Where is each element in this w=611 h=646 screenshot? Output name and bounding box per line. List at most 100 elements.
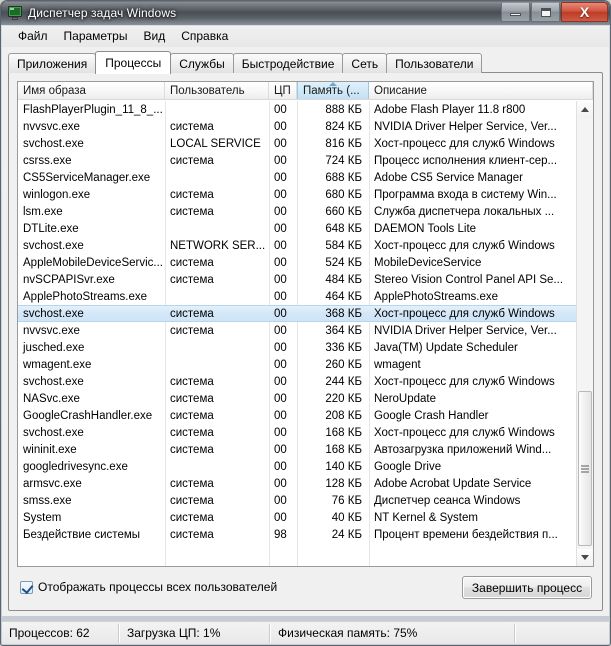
table-cell: Служба диспетчера локальных ... (374, 205, 555, 218)
table-cell: svchost.exe (23, 307, 84, 320)
tab-network[interactable]: Сеть (342, 53, 388, 73)
table-cell: AppleMobileDeviceServic... (23, 256, 163, 269)
table-cell: 524 КБ (325, 256, 362, 269)
table-row[interactable]: nvvsvc.exe система 00 824 КБ NVIDIA Driver H… (18, 118, 576, 135)
table-row[interactable]: svchost.exe LOCAL SERVICE 00 816 КБ Хост-про… (18, 135, 576, 152)
table-cell: NVIDIA Driver Helper Service, Ver... (374, 120, 557, 133)
table-row[interactable]: FlashPlayerPlugin_11_8_... 00 888 КБ Adobe … (18, 101, 576, 118)
table-cell: 168 КБ (325, 443, 362, 456)
table-cell: система (170, 477, 214, 490)
tab-performance[interactable]: Быстродействие (232, 53, 344, 73)
table-row[interactable]: NASvc.exe система 00 220 КБ NeroUpdate (18, 390, 576, 407)
table-cell: Автозагрузка приложений Wind... (374, 443, 552, 456)
column-header-image-name[interactable]: Имя образа (18, 82, 165, 99)
minimize-button[interactable] (501, 2, 530, 22)
table-cell: 888 КБ (325, 103, 362, 116)
menu-item-options[interactable]: Параметры (56, 27, 136, 46)
close-button[interactable]: X (561, 2, 608, 22)
table-row[interactable]: googledrivesync.exe 00 140 КБ Google Drive (18, 458, 576, 475)
table-cell: 00 (274, 443, 287, 456)
maximize-button[interactable] (531, 2, 560, 22)
table-row[interactable]: svchost.exe система 00 168 КБ Хост-процесс д… (18, 424, 576, 441)
end-process-button[interactable]: Завершить процесс (462, 576, 592, 599)
table-row[interactable]: jusched.exe 00 336 КБ Java(TM) Update Sched… (18, 339, 576, 356)
table-cell: 00 (274, 426, 287, 439)
table-row[interactable]: Бездействие системы система 98 24 КБ Процент… (18, 526, 576, 543)
table-cell: Adobe Acrobat Update Service (374, 477, 532, 490)
menu-item-help[interactable]: Справка (173, 27, 236, 46)
table-row[interactable]: svchost.exe NETWORK SER... 00 584 КБ Хост-пр… (18, 237, 576, 254)
tab-processes[interactable]: Процессы (95, 51, 172, 74)
table-cell: Бездействие системы (23, 528, 141, 541)
table-row[interactable]: wmagent.exe 00 260 КБ wmagent (18, 356, 576, 373)
table-cell: 00 (274, 171, 287, 184)
table-cell: MobileDeviceService (374, 256, 482, 269)
column-header-memory-label: Память (... (303, 84, 360, 97)
table-row[interactable]: ApplePhotoStreams.exe 00 464 КБ ApplePhotoS… (18, 288, 576, 305)
show-all-users-row[interactable]: Отображать процессы всех пользователей (20, 580, 277, 594)
table-cell: 648 КБ (325, 222, 362, 235)
table-cell: Процесс исполнения клиент-сер... (374, 154, 558, 167)
table-row[interactable]: wininit.exe система 00 168 КБ Автозагрузка п… (18, 441, 576, 458)
table-row[interactable]: lsm.exe система 00 660 КБ Служба диспетчера … (18, 203, 576, 220)
table-cell: 688 КБ (325, 171, 362, 184)
window-title: Диспетчер задач Windows (28, 6, 177, 20)
column-header-user[interactable]: Пользователь (165, 82, 269, 99)
maximize-icon (540, 7, 551, 17)
minimize-icon (510, 13, 521, 16)
table-cell: система (170, 273, 214, 286)
table-row[interactable]: nvvsvc.exe система 00 364 КБ NVIDIA Driver H… (18, 322, 576, 339)
table-cell: 00 (274, 290, 287, 303)
scroll-down-button[interactable] (577, 549, 593, 566)
table-cell: GoogleCrashHandler.exe (23, 409, 153, 422)
table-cell: 724 КБ (325, 154, 362, 167)
table-cell: svchost.exe (23, 426, 84, 439)
tabstrip: Приложения Процессы Службы Быстродействи… (8, 51, 483, 74)
table-cell: 00 (274, 222, 287, 235)
table-row[interactable]: armsvc.exe система 00 128 КБ Adobe Acrobat U… (18, 475, 576, 492)
scroll-up-button[interactable] (577, 101, 593, 118)
column-header-cpu[interactable]: ЦП (269, 82, 297, 99)
table-row[interactable]: AppleMobileDeviceServic... система 00 524 К… (18, 254, 576, 271)
table-cell: 00 (274, 477, 287, 490)
tab-services[interactable]: Службы (170, 53, 234, 73)
process-listview[interactable]: Имя образа Пользователь ЦП Память (... О… (17, 81, 594, 567)
close-icon: X (579, 4, 590, 20)
table-cell: wininit.exe (23, 443, 77, 456)
table-row[interactable]: smss.exe система 00 76 КБ Диспетчер сеанса W… (18, 492, 576, 509)
table-cell: система (170, 205, 214, 218)
table-row[interactable]: winlogon.exe система 00 680 КБ Программа вхо… (18, 186, 576, 203)
table-cell: 00 (274, 494, 287, 507)
menu-item-view[interactable]: Вид (135, 27, 173, 46)
table-cell: LOCAL SERVICE (170, 137, 261, 150)
column-header-description[interactable]: Описание (369, 82, 593, 99)
table-row[interactable]: csrss.exe система 00 724 КБ Процесс исполнен… (18, 152, 576, 169)
vertical-scrollbar[interactable] (576, 101, 593, 566)
table-cell: svchost.exe (23, 239, 84, 252)
table-cell: 00 (274, 205, 287, 218)
table-cell: 220 КБ (325, 392, 362, 405)
table-row[interactable]: CS5ServiceManager.exe 00 688 КБ Adobe CS5 S… (18, 169, 576, 186)
titlebar[interactable]: Диспетчер задач Windows X (1, 1, 610, 25)
table-row[interactable]: nvSCPAPISvr.exe система 00 484 КБ Stereo Vis… (18, 271, 576, 288)
tab-users[interactable]: Пользователи (386, 53, 483, 73)
menu-item-file[interactable]: Файл (10, 27, 56, 46)
table-cell: System (23, 511, 62, 524)
table-cell: NETWORK SER... (170, 239, 266, 252)
table-row[interactable]: svchost.exe система 00 368 КБ Хост-процесс д… (18, 305, 576, 322)
table-cell: система (170, 120, 214, 133)
show-all-users-checkbox[interactable] (20, 580, 33, 594)
table-cell: ApplePhotoStreams.exe (23, 290, 148, 303)
table-row[interactable]: svchost.exe система 00 244 КБ Хост-процесс д… (18, 373, 576, 390)
statusbar: Процессов: 62 Загрузка ЦП: 1% Физическая… (2, 621, 609, 644)
table-row[interactable]: DTLite.exe 00 648 КБ DAEMON Tools Lite (18, 220, 576, 237)
table-cell: Программа входа в систему Win... (374, 188, 557, 201)
table-cell: 244 КБ (325, 375, 362, 388)
table-row[interactable]: System система 00 40 КБ NT Kernel & System (18, 509, 576, 526)
tab-applications[interactable]: Приложения (8, 53, 97, 73)
table-row[interactable]: GoogleCrashHandler.exe система 00 208 КБ Goo… (18, 407, 576, 424)
table-cell: NT Kernel & System (374, 511, 478, 524)
column-header-memory[interactable]: Память (... (297, 82, 369, 99)
table-cell: NASvc.exe (23, 392, 80, 405)
scrollbar-thumb[interactable] (578, 391, 592, 546)
